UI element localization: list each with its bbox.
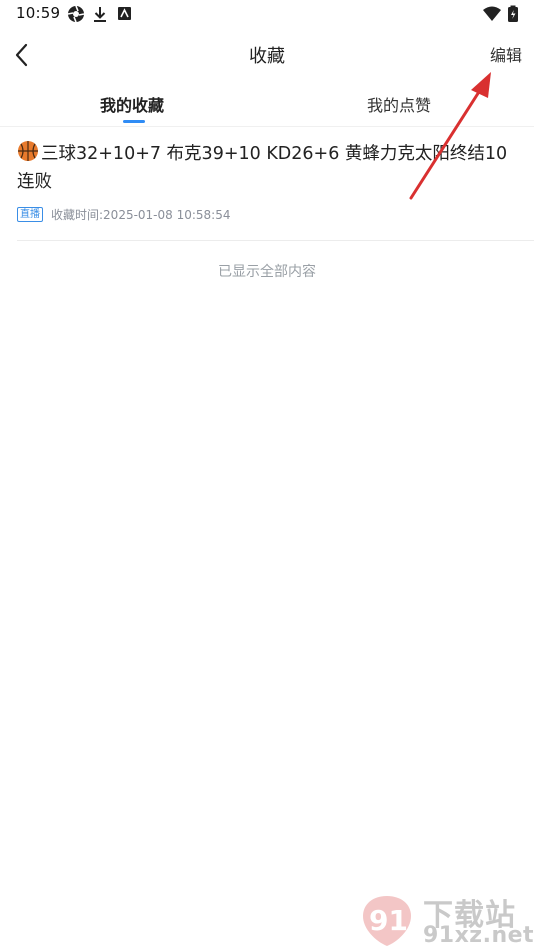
list-divider xyxy=(17,240,534,241)
tab-bar: 我的收藏 我的点赞 xyxy=(0,80,534,127)
favorite-item-title-row: 三球32+10+7 布克39+10 KD26+6 黄蜂力克太阳终结10连败 xyxy=(17,140,517,196)
list-end-text: 已显示全部内容 xyxy=(218,264,316,280)
status-time: 10:59 xyxy=(16,4,61,22)
favorite-item-meta: 直播 收藏时间:2025-01-08 10:58:54 xyxy=(17,206,517,222)
status-bar: 10:59 xyxy=(0,0,534,28)
active-tab-indicator xyxy=(123,120,145,123)
basketball-icon xyxy=(18,141,38,161)
edit-button[interactable]: 编辑 xyxy=(490,42,522,66)
app-notification-icon xyxy=(118,7,131,20)
battery-icon xyxy=(508,5,518,22)
app-header: 收藏 编辑 xyxy=(0,28,534,80)
watermark-logo-icon: 91 xyxy=(363,896,411,946)
wifi-icon xyxy=(483,6,501,21)
page-title: 收藏 xyxy=(249,46,285,67)
favorite-list-item[interactable]: 三球32+10+7 布克39+10 KD26+6 黄蜂力克太阳终结10连败 直播… xyxy=(17,140,517,222)
svg-text:91: 91 xyxy=(369,904,408,937)
watermark-domain: 91xz.net xyxy=(423,923,534,948)
download-icon xyxy=(94,7,106,22)
collected-time: 收藏时间:2025-01-08 10:58:54 xyxy=(51,207,231,222)
favorite-item-title: 三球32+10+7 布克39+10 KD26+6 黄蜂力克太阳终结10连败 xyxy=(17,144,508,192)
live-badge: 直播 xyxy=(17,206,43,222)
watermark: 91 下载站 91xz.net xyxy=(355,890,534,948)
aperture-icon xyxy=(67,5,85,23)
tab-my-favorites[interactable]: 我的收藏 xyxy=(100,92,164,116)
tab-my-likes[interactable]: 我的点赞 xyxy=(367,92,431,116)
